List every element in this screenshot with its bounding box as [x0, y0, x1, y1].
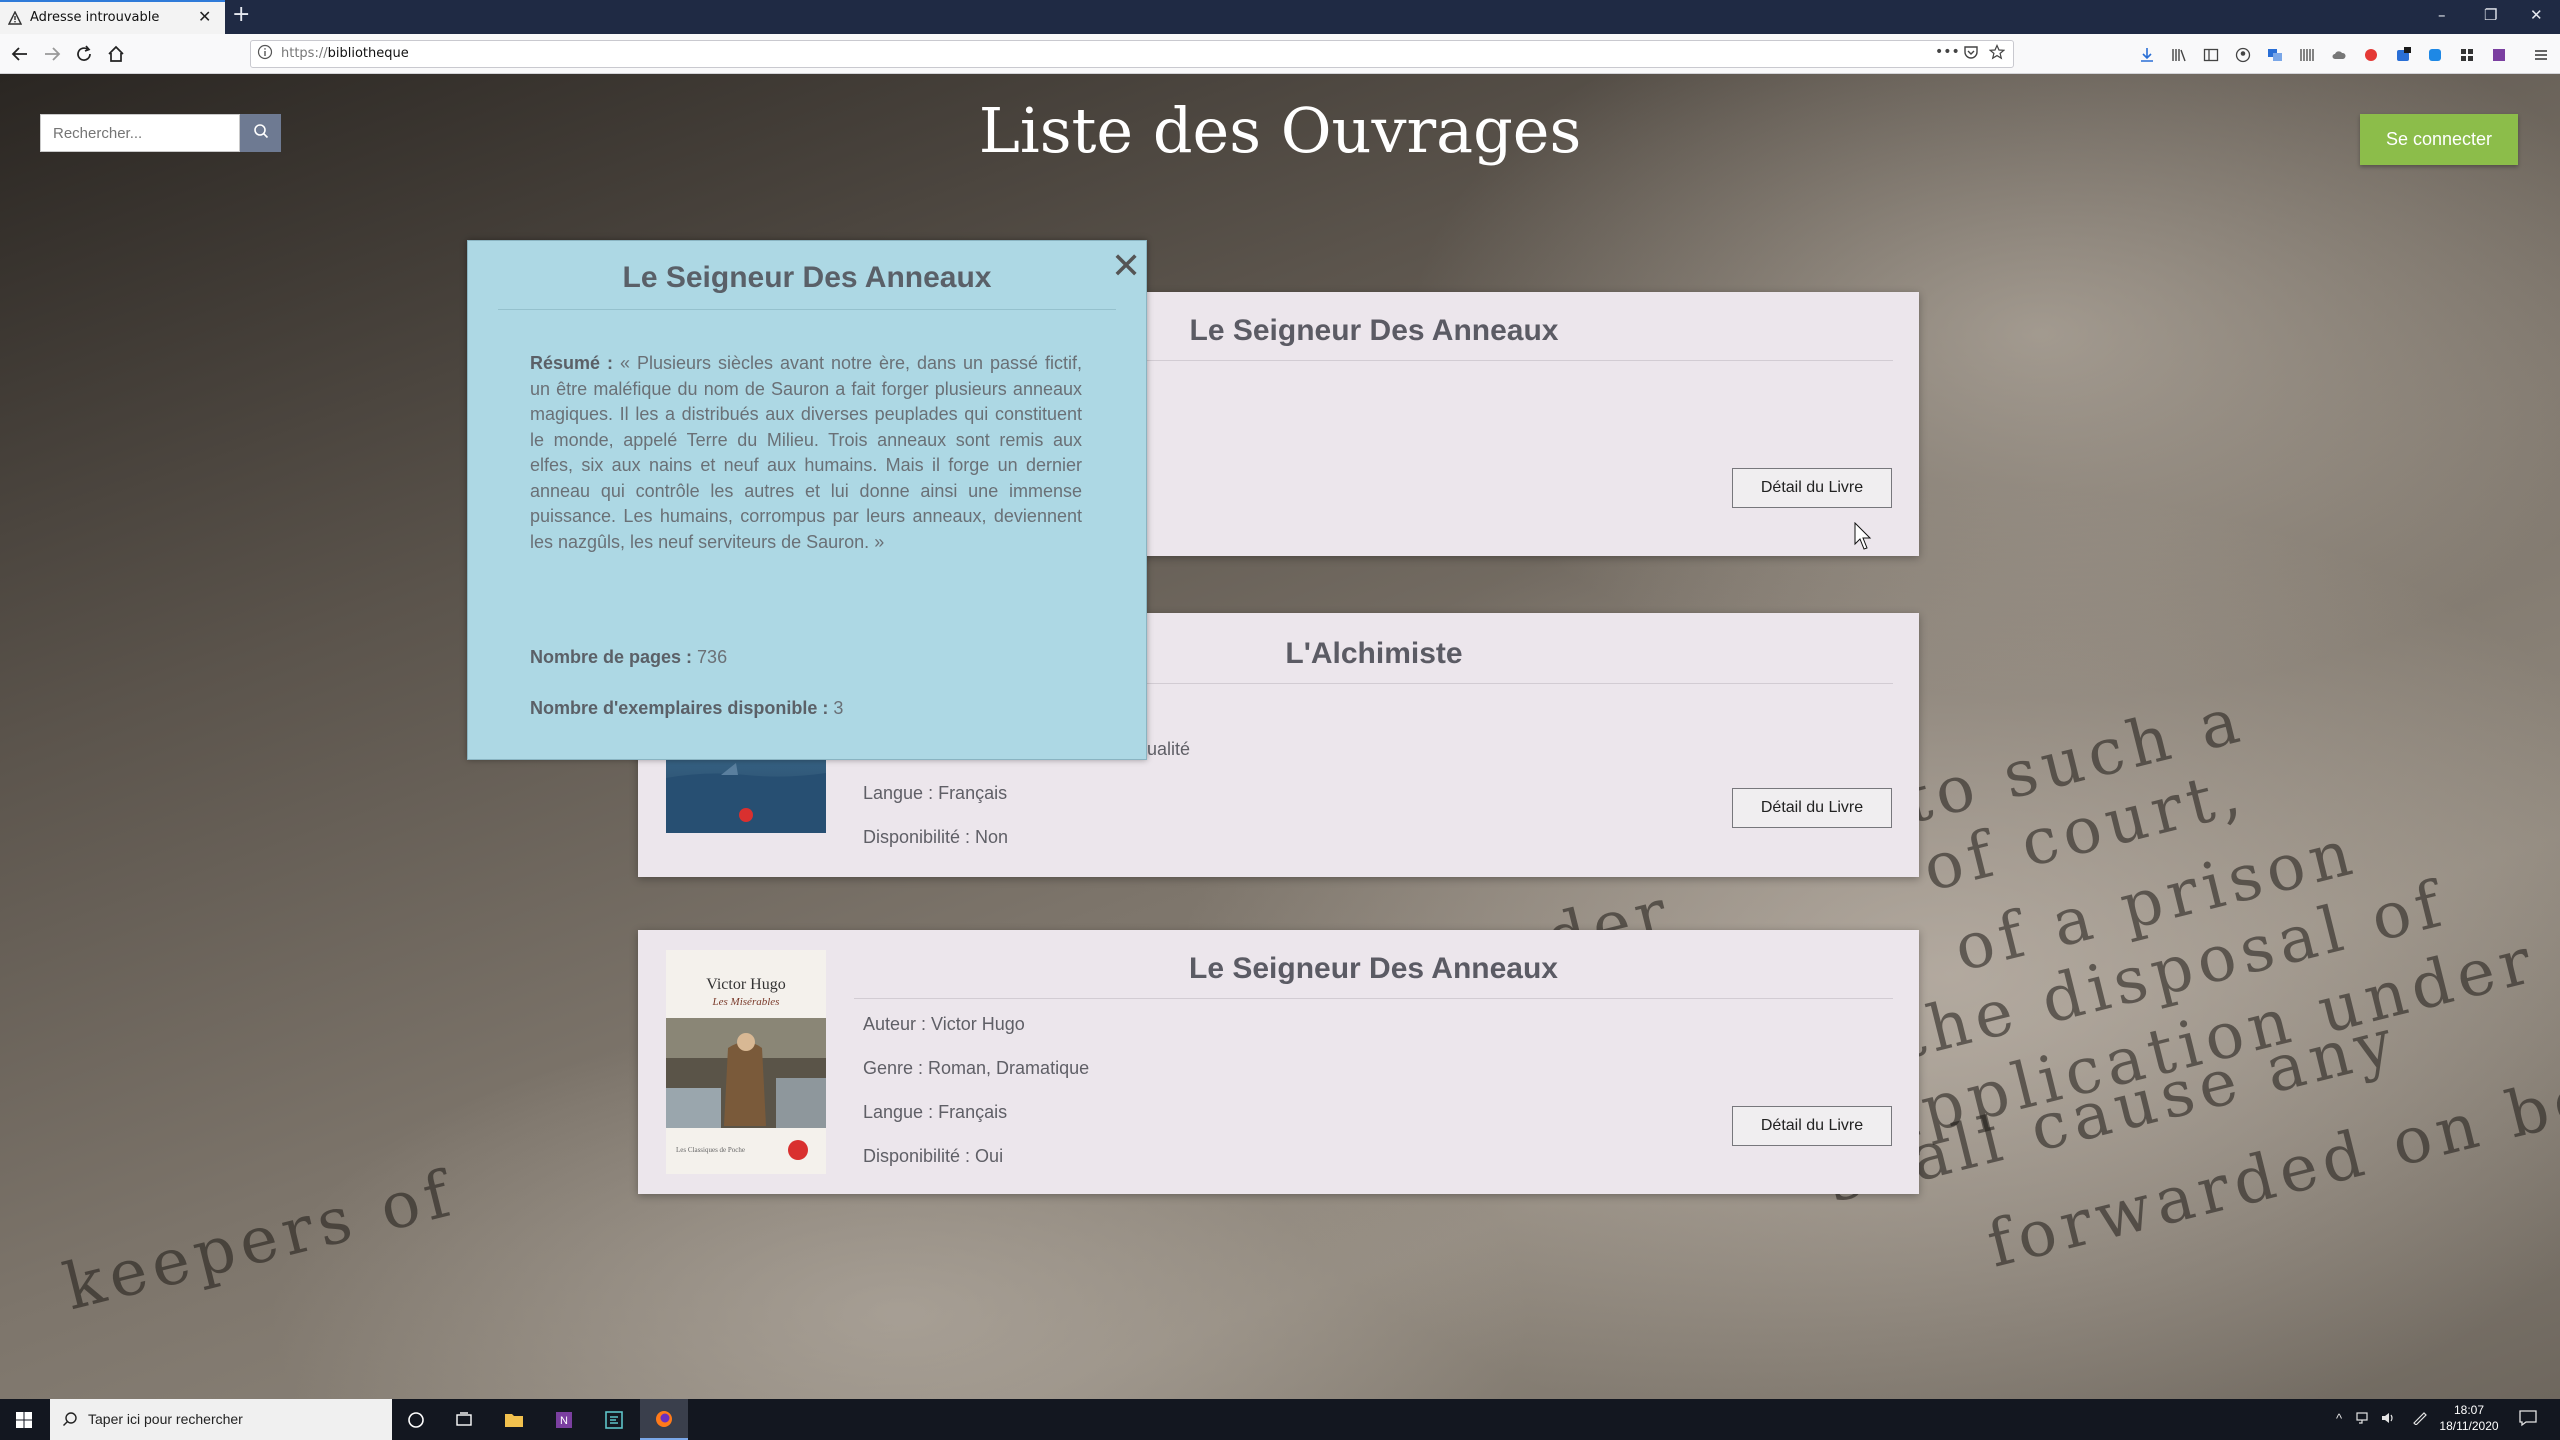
- page-viewport: to such a of court, of a prison the disp…: [0, 74, 2560, 1399]
- page-count-label: Nombre de pages :: [530, 647, 693, 667]
- search-icon: [62, 1411, 78, 1431]
- tray-overflow-icon[interactable]: ^: [2336, 1411, 2342, 1426]
- firefox-icon[interactable]: [640, 1399, 688, 1440]
- book-genre: Genre : Roman, Dramatique: [863, 1058, 1090, 1078]
- book-cover: Victor Hugo Les Misérables Les Classique…: [666, 950, 826, 1174]
- menu-icon[interactable]: [2530, 44, 2552, 66]
- restore-button[interactable]: ❐: [2484, 6, 2497, 24]
- translate-icon[interactable]: [2264, 44, 2286, 66]
- cover-title: Les Misérables: [712, 996, 780, 1008]
- more-icon[interactable]: •••: [1935, 44, 1960, 60]
- taskbar-search[interactable]: Taper ici pour rechercher: [50, 1399, 392, 1440]
- account-icon[interactable]: [2232, 44, 2254, 66]
- cover-author: Victor Hugo: [706, 976, 786, 993]
- minimize-button[interactable]: –: [2438, 6, 2446, 24]
- tab-title: Adresse introuvable: [30, 10, 160, 25]
- file-explorer-icon[interactable]: [490, 1399, 538, 1440]
- notification-icon[interactable]: [2518, 1409, 2538, 1430]
- sidebar-icon[interactable]: [2200, 44, 2222, 66]
- network-icon[interactable]: [2356, 1411, 2372, 1428]
- book-language: Langue : Français: [863, 783, 1008, 803]
- page-title: Liste des Ouvrages: [978, 94, 1582, 167]
- apps-grid-icon[interactable]: [2456, 44, 2478, 66]
- background-text: keepers of: [56, 1156, 463, 1326]
- close-window-button[interactable]: ✕: [2530, 6, 2543, 24]
- home-icon[interactable]: [100, 34, 132, 74]
- new-tab-button[interactable]: +: [232, 2, 250, 27]
- cloud-extension-icon[interactable]: [2328, 44, 2350, 66]
- book-author: Auteur : Victor Hugo: [863, 1014, 1025, 1034]
- browser-tab-bar: Adresse introuvable ✕ + – ❐ ✕: [0, 0, 2560, 34]
- onenote-extension-icon[interactable]: [2488, 44, 2510, 66]
- record-extension-icon[interactable]: [2360, 44, 2382, 66]
- terminal-app-icon[interactable]: [590, 1399, 638, 1440]
- tab-close-icon[interactable]: ✕: [198, 7, 211, 26]
- cover-series: Les Classiques de Poche: [676, 1146, 746, 1154]
- cortana-icon[interactable]: [392, 1399, 440, 1440]
- taskbar-search-placeholder: Taper ici pour rechercher: [88, 1411, 243, 1427]
- info-icon[interactable]: [257, 44, 275, 62]
- book-title: Le Seigneur Des Anneaux: [854, 952, 1893, 999]
- back-icon[interactable]: [4, 34, 36, 74]
- summary-label: Résumé :: [530, 353, 614, 373]
- url-host: bibliotheque: [327, 46, 409, 61]
- copies-label: Nombre d'exemplaires disponible :: [530, 698, 829, 718]
- copies-value: 3: [828, 698, 844, 718]
- book-detail-modal: ✕ Le Seigneur Des Anneaux Résumé : « Plu…: [467, 240, 1147, 760]
- clock-date: 18/11/2020: [2439, 1419, 2499, 1433]
- book-language: Langue : Français: [863, 1102, 1008, 1122]
- taskbar-clock[interactable]: 18:07 18/11/2020: [2436, 1402, 2502, 1434]
- book-detail-button[interactable]: Détail du Livre: [1732, 788, 1892, 828]
- library-icon[interactable]: [2168, 44, 2190, 66]
- grid-extension-icon[interactable]: [2296, 44, 2318, 66]
- forward-icon[interactable]: [36, 34, 68, 74]
- url-text: https://bibliotheque: [281, 46, 409, 61]
- badge-extension-icon[interactable]: [2392, 44, 2414, 66]
- download-icon[interactable]: [2136, 44, 2158, 66]
- modal-copies: Nombre d'exemplaires disponible : 3: [530, 698, 843, 719]
- mouse-cursor-icon: [1854, 521, 1874, 556]
- bookmark-star-icon[interactable]: [1988, 44, 2006, 64]
- modal-summary: Résumé : « Plusieurs siècles avant notre…: [530, 351, 1082, 555]
- pen-icon[interactable]: [2412, 1411, 2428, 1428]
- warning-icon: [7, 10, 23, 25]
- skype-extension-icon[interactable]: [2424, 44, 2446, 66]
- page-count-value: 736: [692, 647, 728, 667]
- book-availability: Disponibilité : Oui: [863, 1146, 1004, 1166]
- browser-tab[interactable]: Adresse introuvable ✕: [0, 0, 225, 34]
- login-button[interactable]: Se connecter: [2360, 114, 2518, 165]
- clock-time: 18:07: [2453, 1403, 2485, 1417]
- book-detail-button[interactable]: Détail du Livre: [1732, 468, 1892, 508]
- task-view-icon[interactable]: [440, 1399, 488, 1440]
- windows-start-icon[interactable]: [0, 1399, 48, 1440]
- pocket-icon[interactable]: [1963, 44, 1979, 64]
- windows-taskbar: Taper ici pour rechercher N ^ 18:07 18/1…: [0, 1399, 2560, 1440]
- svg-text:N: N: [560, 1415, 568, 1427]
- url-bar[interactable]: https://bibliotheque •••: [250, 40, 2014, 68]
- modal-title: Le Seigneur Des Anneaux: [498, 261, 1116, 310]
- cover-publisher-logo: [788, 1140, 808, 1160]
- book-card: Victor Hugo Les Misérables Les Classique…: [638, 930, 1919, 1194]
- onenote-icon[interactable]: N: [540, 1399, 588, 1440]
- book-availability: Disponibilité : Non: [863, 827, 1009, 847]
- book-detail-button[interactable]: Détail du Livre: [1732, 1106, 1892, 1146]
- url-protocol: https://: [281, 46, 328, 61]
- modal-page-count: Nombre de pages : 736: [530, 647, 727, 668]
- summary-text: « Plusieurs siècles avant notre ère, dan…: [530, 353, 1082, 552]
- volume-icon[interactable]: [2380, 1411, 2396, 1428]
- reload-icon[interactable]: [68, 34, 100, 74]
